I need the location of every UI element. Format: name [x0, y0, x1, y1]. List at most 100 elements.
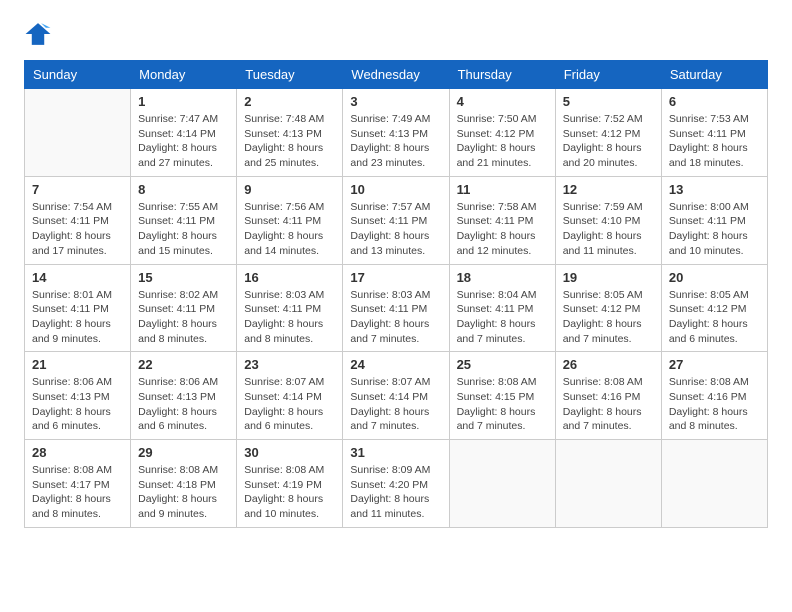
day-info: Sunrise: 8:06 AMSunset: 4:13 PMDaylight:…: [32, 375, 123, 434]
calendar-cell: 31 Sunrise: 8:09 AMSunset: 4:20 PMDayligh…: [343, 440, 449, 528]
day-info: Sunrise: 7:58 AMSunset: 4:11 PMDaylight:…: [457, 200, 548, 259]
calendar-cell: [449, 440, 555, 528]
day-number: 12: [563, 182, 654, 197]
day-info: Sunrise: 8:08 AMSunset: 4:16 PMDaylight:…: [669, 375, 760, 434]
day-of-week-wednesday: Wednesday: [343, 61, 449, 89]
day-number: 15: [138, 270, 229, 285]
calendar-cell: 4Sunrise: 7:50 AMSunset: 4:12 PMDaylight…: [449, 89, 555, 177]
day-info: Sunrise: 8:02 AMSunset: 4:11 PMDaylight:…: [138, 288, 229, 347]
day-number: 26: [563, 357, 654, 372]
day-of-week-tuesday: Tuesday: [237, 61, 343, 89]
day-info: Sunrise: 8:04 AMSunset: 4:11 PMDaylight:…: [457, 288, 548, 347]
calendar-cell: 9 Sunrise: 7:56 AMSunset: 4:11 PMDaylight…: [237, 176, 343, 264]
day-number: 17: [350, 270, 441, 285]
day-info: Sunrise: 7:56 AMSunset: 4:11 PMDaylight:…: [244, 200, 335, 259]
calendar-cell: 7 Sunrise: 7:54 AMSunset: 4:11 PMDaylight…: [25, 176, 131, 264]
day-info: Sunrise: 7:53 AMSunset: 4:11 PMDaylight:…: [669, 112, 760, 171]
calendar-cell: 27 Sunrise: 8:08 AMSunset: 4:16 PMDayligh…: [661, 352, 767, 440]
day-info: Sunrise: 7:48 AMSunset: 4:13 PMDaylight:…: [244, 112, 335, 171]
day-info: Sunrise: 8:08 AMSunset: 4:19 PMDaylight:…: [244, 463, 335, 522]
logo: [24, 20, 56, 48]
day-of-week-saturday: Saturday: [661, 61, 767, 89]
day-info: Sunrise: 8:03 AMSunset: 4:11 PMDaylight:…: [350, 288, 441, 347]
day-number: 13: [669, 182, 760, 197]
day-number: 7: [32, 182, 123, 197]
calendar-cell: 19 Sunrise: 8:05 AMSunset: 4:12 PMDayligh…: [555, 264, 661, 352]
calendar-week-row: 21 Sunrise: 8:06 AMSunset: 4:13 PMDayligh…: [25, 352, 768, 440]
day-info: Sunrise: 7:49 AMSunset: 4:13 PMDaylight:…: [350, 112, 441, 171]
day-info: Sunrise: 7:55 AMSunset: 4:11 PMDaylight:…: [138, 200, 229, 259]
calendar-cell: [25, 89, 131, 177]
day-info: Sunrise: 8:00 AMSunset: 4:11 PMDaylight:…: [669, 200, 760, 259]
calendar-cell: 5Sunrise: 7:52 AMSunset: 4:12 PMDaylight…: [555, 89, 661, 177]
day-of-week-sunday: Sunday: [25, 61, 131, 89]
day-number: 18: [457, 270, 548, 285]
day-number: 11: [457, 182, 548, 197]
day-number: 10: [350, 182, 441, 197]
calendar-cell: [661, 440, 767, 528]
day-info: Sunrise: 7:54 AMSunset: 4:11 PMDaylight:…: [32, 200, 123, 259]
day-info: Sunrise: 7:47 AMSunset: 4:14 PMDaylight:…: [138, 112, 229, 171]
day-number: 3: [350, 94, 441, 109]
calendar-cell: 11 Sunrise: 7:58 AMSunset: 4:11 PMDayligh…: [449, 176, 555, 264]
day-number: 2: [244, 94, 335, 109]
day-number: 24: [350, 357, 441, 372]
day-number: 16: [244, 270, 335, 285]
day-info: Sunrise: 8:08 AMSunset: 4:17 PMDaylight:…: [32, 463, 123, 522]
calendar-cell: 13 Sunrise: 8:00 AMSunset: 4:11 PMDayligh…: [661, 176, 767, 264]
logo-icon: [24, 20, 52, 48]
day-info: Sunrise: 8:03 AMSunset: 4:11 PMDaylight:…: [244, 288, 335, 347]
day-info: Sunrise: 8:05 AMSunset: 4:12 PMDaylight:…: [669, 288, 760, 347]
calendar-cell: 21 Sunrise: 8:06 AMSunset: 4:13 PMDayligh…: [25, 352, 131, 440]
day-number: 27: [669, 357, 760, 372]
day-number: 6: [669, 94, 760, 109]
day-number: 23: [244, 357, 335, 372]
day-info: Sunrise: 8:08 AMSunset: 4:16 PMDaylight:…: [563, 375, 654, 434]
calendar-cell: 8 Sunrise: 7:55 AMSunset: 4:11 PMDaylight…: [131, 176, 237, 264]
calendar-cell: 14Sunrise: 8:01 AMSunset: 4:11 PMDayligh…: [25, 264, 131, 352]
calendar-cell: 3 Sunrise: 7:49 AMSunset: 4:13 PMDaylight…: [343, 89, 449, 177]
calendar-cell: 30 Sunrise: 8:08 AMSunset: 4:19 PMDayligh…: [237, 440, 343, 528]
day-of-week-friday: Friday: [555, 61, 661, 89]
calendar-cell: 1 Sunrise: 7:47 AMSunset: 4:14 PMDaylight…: [131, 89, 237, 177]
calendar-cell: 25Sunrise: 8:08 AMSunset: 4:15 PMDayligh…: [449, 352, 555, 440]
day-number: 22: [138, 357, 229, 372]
day-number: 31: [350, 445, 441, 460]
day-info: Sunrise: 7:50 AMSunset: 4:12 PMDaylight:…: [457, 112, 548, 171]
calendar-cell: 6 Sunrise: 7:53 AMSunset: 4:11 PMDaylight…: [661, 89, 767, 177]
day-info: Sunrise: 7:57 AMSunset: 4:11 PMDaylight:…: [350, 200, 441, 259]
day-number: 21: [32, 357, 123, 372]
calendar-week-row: 14Sunrise: 8:01 AMSunset: 4:11 PMDayligh…: [25, 264, 768, 352]
calendar-cell: 17 Sunrise: 8:03 AMSunset: 4:11 PMDayligh…: [343, 264, 449, 352]
day-info: Sunrise: 8:06 AMSunset: 4:13 PMDaylight:…: [138, 375, 229, 434]
calendar-week-row: 1 Sunrise: 7:47 AMSunset: 4:14 PMDaylight…: [25, 89, 768, 177]
calendar-cell: 15 Sunrise: 8:02 AMSunset: 4:11 PMDayligh…: [131, 264, 237, 352]
calendar-cell: 10 Sunrise: 7:57 AMSunset: 4:11 PMDayligh…: [343, 176, 449, 264]
calendar-cell: 23 Sunrise: 8:07 AMSunset: 4:14 PMDayligh…: [237, 352, 343, 440]
day-number: 9: [244, 182, 335, 197]
calendar-cell: 26 Sunrise: 8:08 AMSunset: 4:16 PMDayligh…: [555, 352, 661, 440]
day-number: 8: [138, 182, 229, 197]
day-of-week-thursday: Thursday: [449, 61, 555, 89]
calendar-cell: 12 Sunrise: 7:59 AMSunset: 4:10 PMDayligh…: [555, 176, 661, 264]
day-of-week-monday: Monday: [131, 61, 237, 89]
calendar-cell: 16 Sunrise: 8:03 AMSunset: 4:11 PMDayligh…: [237, 264, 343, 352]
day-number: 1: [138, 94, 229, 109]
day-number: 30: [244, 445, 335, 460]
calendar-cell: 22 Sunrise: 8:06 AMSunset: 4:13 PMDayligh…: [131, 352, 237, 440]
day-info: Sunrise: 8:05 AMSunset: 4:12 PMDaylight:…: [563, 288, 654, 347]
calendar: SundayMondayTuesdayWednesdayThursdayFrid…: [24, 60, 768, 528]
day-info: Sunrise: 7:59 AMSunset: 4:10 PMDaylight:…: [563, 200, 654, 259]
calendar-week-row: 28Sunrise: 8:08 AMSunset: 4:17 PMDayligh…: [25, 440, 768, 528]
calendar-header-row: SundayMondayTuesdayWednesdayThursdayFrid…: [25, 61, 768, 89]
calendar-cell: 20Sunrise: 8:05 AMSunset: 4:12 PMDayligh…: [661, 264, 767, 352]
day-number: 29: [138, 445, 229, 460]
day-info: Sunrise: 8:09 AMSunset: 4:20 PMDaylight:…: [350, 463, 441, 522]
calendar-cell: 28Sunrise: 8:08 AMSunset: 4:17 PMDayligh…: [25, 440, 131, 528]
day-number: 19: [563, 270, 654, 285]
day-info: Sunrise: 7:52 AMSunset: 4:12 PMDaylight:…: [563, 112, 654, 171]
calendar-cell: 29Sunrise: 8:08 AMSunset: 4:18 PMDayligh…: [131, 440, 237, 528]
day-info: Sunrise: 8:07 AMSunset: 4:14 PMDaylight:…: [244, 375, 335, 434]
calendar-week-row: 7 Sunrise: 7:54 AMSunset: 4:11 PMDaylight…: [25, 176, 768, 264]
day-info: Sunrise: 8:01 AMSunset: 4:11 PMDaylight:…: [32, 288, 123, 347]
